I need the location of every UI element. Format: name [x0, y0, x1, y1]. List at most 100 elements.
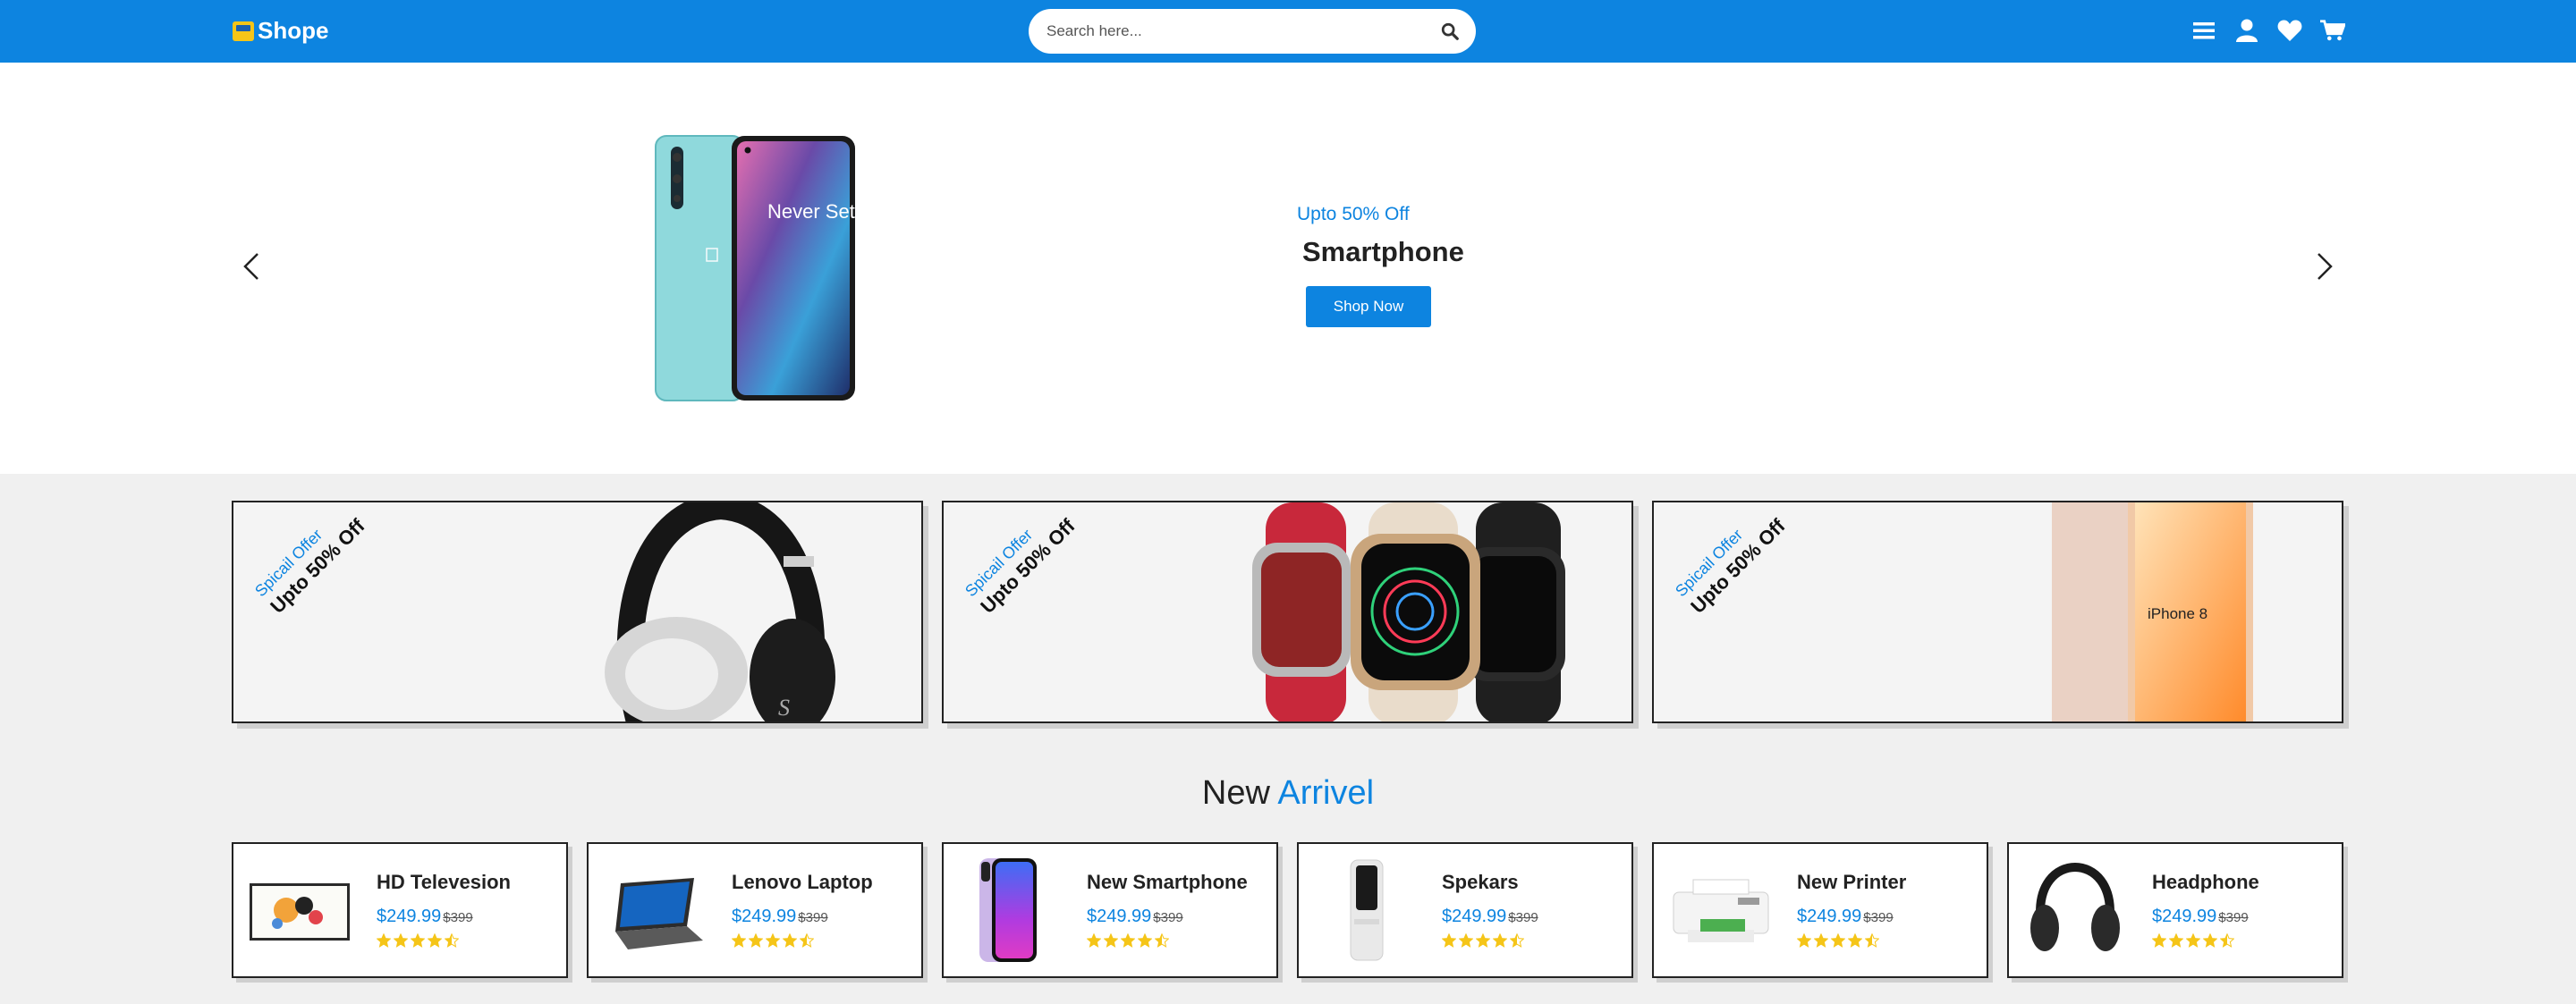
current-price: $249.99: [732, 907, 797, 926]
slider-next-arrow-icon[interactable]: [2306, 249, 2342, 284]
star-full-icon: [2186, 933, 2200, 948]
current-price: $249.99: [1797, 907, 1862, 926]
offer-banner-iphone[interactable]: Spicail Offer Upto 50% Off iPhone 8: [1652, 501, 2343, 723]
star-full-icon: [1831, 933, 1845, 948]
star-half-icon: [2220, 933, 2234, 948]
offer-banner-headphone[interactable]: Spicail Offer Upto 50% Off S: [232, 501, 923, 723]
speaker-image: [1350, 859, 1384, 961]
star-full-icon: [1442, 933, 1456, 948]
hero-slider: Never Settle Upto 50% Off Smartphone Sho…: [0, 63, 2576, 474]
old-price: $399: [798, 910, 828, 925]
star-half-icon: [800, 933, 814, 948]
star-full-icon: [1848, 933, 1862, 948]
headphone-image: S: [605, 502, 835, 721]
laptop-image: [615, 878, 703, 949]
menu-icon[interactable]: [2191, 16, 2216, 45]
search-input[interactable]: [1046, 20, 1422, 43]
television-image: [250, 883, 350, 941]
old-price: $399: [1153, 910, 1183, 925]
iphone-image-text: iPhone 8: [2148, 605, 2207, 622]
product-card[interactable]: Headphone $249.99 $399: [2007, 842, 2343, 978]
slider-prev-arrow-icon[interactable]: [234, 249, 270, 284]
rating-stars: [377, 933, 459, 948]
star-full-icon: [1493, 933, 1507, 948]
hero-offer-text: Upto 50% Off: [1297, 204, 1410, 224]
rating-stars: [1087, 933, 1169, 948]
star-full-icon: [394, 933, 408, 948]
star-full-icon: [2203, 933, 2217, 948]
new-arrival-title-part1: New: [1201, 774, 1270, 812]
star-full-icon: [428, 933, 442, 948]
star-full-icon: [1138, 933, 1152, 948]
heart-icon[interactable]: [2277, 16, 2302, 45]
old-price: $399: [2218, 910, 2249, 925]
current-price: $249.99: [377, 907, 442, 926]
product-price: $249.99 $399: [732, 907, 828, 927]
star-full-icon: [1104, 933, 1118, 948]
headphone-product-image: [2030, 862, 2120, 951]
rating-stars: [1442, 933, 1524, 948]
star-full-icon: [1087, 933, 1101, 948]
star-full-icon: [766, 933, 780, 948]
product-card[interactable]: HD Televesion $249.99 $399: [232, 842, 568, 978]
user-icon[interactable]: [2234, 16, 2259, 45]
current-price: $249.99: [1442, 907, 1507, 926]
product-name: Lenovo Laptop: [732, 871, 873, 893]
brand-name: Shope: [258, 17, 329, 44]
star-half-icon: [1865, 933, 1879, 948]
offer-tag: Spicail Offer Upto 50% Off: [1672, 502, 1804, 619]
cart-icon[interactable]: [2320, 16, 2345, 45]
star-full-icon: [377, 933, 391, 948]
star-full-icon: [2169, 933, 2183, 948]
shop-bag-icon: [233, 21, 254, 41]
product-price: $249.99 $399: [1442, 907, 1538, 927]
product-price: $249.99 $399: [1087, 907, 1183, 927]
star-half-icon: [1510, 933, 1524, 948]
product-card[interactable]: Spekars $249.99 $399: [1297, 842, 1633, 978]
smartwatch-image: [1252, 502, 1565, 721]
star-full-icon: [783, 933, 797, 948]
old-price: $399: [443, 910, 473, 925]
product-card[interactable]: Lenovo Laptop $249.99 $399: [587, 842, 923, 978]
smartphone-image: [979, 858, 1037, 962]
hero-content: Upto 50% Off Smartphone Shop Now: [1297, 204, 1464, 327]
printer-image: [1673, 879, 1769, 942]
product-name: New Smartphone: [1087, 871, 1248, 893]
search-bar: [1029, 9, 1476, 54]
top-navbar: Shope: [0, 0, 2576, 63]
iphone-image: iPhone 8: [2052, 502, 2253, 721]
product-price: $249.99 $399: [2152, 907, 2249, 927]
product-name: Spekars: [1442, 871, 1519, 893]
star-full-icon: [1476, 933, 1490, 948]
product-card[interactable]: New Printer $249.99 $399: [1652, 842, 1988, 978]
offer-banner-smartwatch[interactable]: Spicail Offer Upto 50% Off: [942, 501, 1633, 723]
rating-stars: [1797, 933, 1879, 948]
star-full-icon: [2152, 933, 2166, 948]
product-name: HD Televesion: [377, 871, 511, 893]
star-full-icon: [1121, 933, 1135, 948]
shop-now-button[interactable]: Shop Now: [1306, 286, 1431, 327]
current-price: $249.99: [2152, 907, 2217, 926]
svg-text:S: S: [778, 695, 790, 721]
star-full-icon: [1459, 933, 1473, 948]
star-full-icon: [1797, 933, 1811, 948]
product-name: Headphone: [2152, 871, 2259, 893]
star-full-icon: [411, 933, 425, 948]
brand-logo[interactable]: Shope: [233, 17, 328, 45]
product-name: New Printer: [1797, 871, 1907, 893]
product-card[interactable]: New Smartphone $249.99 $399: [942, 842, 1278, 978]
star-half-icon: [445, 933, 459, 948]
new-arrival-title-part2: Arrivel: [1277, 774, 1375, 812]
current-price: $249.99: [1087, 907, 1152, 926]
search-icon[interactable]: [1440, 21, 1460, 41]
product-price: $249.99 $399: [1797, 907, 1894, 927]
old-price: $399: [1508, 910, 1538, 925]
product-price: $249.99 $399: [377, 907, 473, 927]
star-full-icon: [749, 933, 763, 948]
star-full-icon: [1814, 933, 1828, 948]
offer-tag: Spicail Offer Upto 50% Off: [251, 502, 384, 619]
offer-tag: Spicail Offer Upto 50% Off: [962, 502, 1094, 619]
rating-stars: [2152, 933, 2234, 948]
star-half-icon: [1155, 933, 1169, 948]
hero-title: Smartphone: [1302, 236, 1464, 267]
